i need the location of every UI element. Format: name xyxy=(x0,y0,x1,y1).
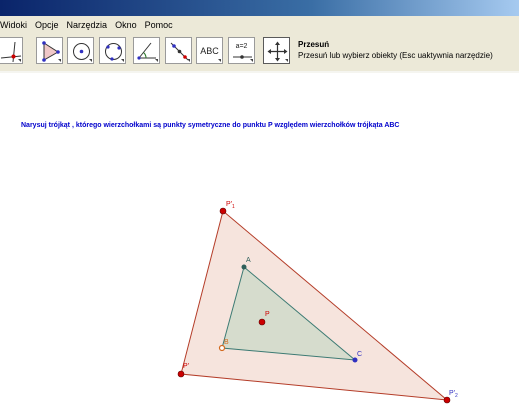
label-p2: P'2 xyxy=(449,390,458,399)
point-p3[interactable] xyxy=(177,370,185,378)
point-p1[interactable] xyxy=(219,207,227,215)
label-p1: P'1 xyxy=(226,201,235,210)
point-c[interactable] xyxy=(352,357,358,363)
point-a[interactable] xyxy=(241,264,247,270)
point-b[interactable] xyxy=(218,344,226,352)
label-a: A xyxy=(246,257,251,264)
outer-triangle[interactable] xyxy=(180,210,449,401)
label-p: P xyxy=(265,311,270,318)
label-p3: P' xyxy=(183,363,189,370)
label-c: C xyxy=(357,351,362,358)
point-p2[interactable] xyxy=(443,396,451,404)
label-b: B xyxy=(224,339,229,346)
graphics-view[interactable]: P'1 P'2 P' P A B C xyxy=(0,0,519,407)
point-p[interactable] xyxy=(258,318,266,326)
